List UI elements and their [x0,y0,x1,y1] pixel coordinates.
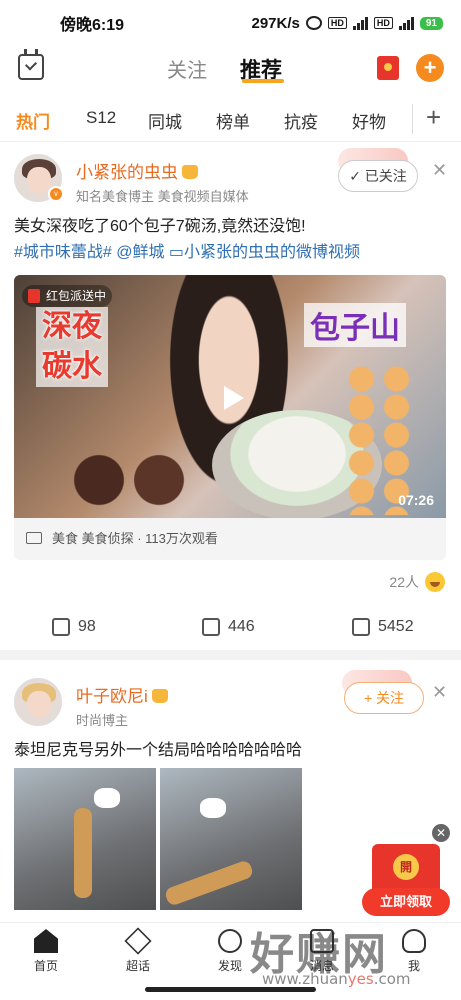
video-food [54,445,204,515]
comment-button[interactable]: 446 [202,618,255,636]
float-red-packet[interactable]: 開 [372,844,440,894]
home-indicator [145,987,316,992]
comment-icon [202,618,220,636]
video-overlay-right: 包子山 [304,303,406,347]
post1-username[interactable]: 小紧张的虫虫 [76,158,198,183]
red-packet-icon[interactable] [377,56,399,80]
play-icon[interactable] [214,380,250,416]
search-icon [218,929,242,953]
post1-likes-row[interactable]: 22人 [389,572,445,592]
post2-subtitle: 时尚博主 [76,713,129,728]
status-bar: 傍晚6:19 297K/s HD HD 91 [0,0,461,46]
post1-followed-button[interactable]: ✓ 已关注 [338,160,418,192]
post2-follow-button[interactable]: + 关注 [344,682,424,714]
status-time: 傍晚6:19 [60,17,125,34]
post1-text: 美女深夜吃了60个包子7碗汤,竟然还没饱! [14,218,306,235]
verified-badge-icon: v [48,186,64,202]
top-header: 关注 推荐 + [0,46,461,92]
category-add-icon[interactable]: + [426,102,441,133]
category-ranking[interactable]: 榜单 [216,108,250,133]
post2-text: 泰坦尼克号另外一个结局哈哈哈哈哈哈哈 [14,742,303,759]
post2-image-2[interactable] [160,768,302,910]
claim-now-button[interactable]: 立即领取 [362,888,450,916]
watermark-url: www.zhuanyes.com [262,970,411,988]
signal-icon-2 [398,16,414,30]
avatar[interactable] [14,678,62,726]
post1-subtitle: 知名美食博主 美食视频自媒体 [76,189,249,204]
battery-icon: 91 [419,16,443,30]
category-s12[interactable]: S12 [86,108,116,128]
nav-me[interactable]: 我 [384,929,444,974]
thumbs-up-icon [352,618,370,636]
nav-super-topic[interactable]: 超话 [108,927,168,974]
hd-icon: HD [327,17,347,29]
category-anti-epidemic[interactable]: 抗疫 [284,108,318,133]
category-tabs: 热门 S12 同城 榜单 抗疫 好物 + [0,96,461,142]
network-speed: 297K/s [251,14,300,32]
crown-icon [151,689,168,703]
category-divider [412,104,413,134]
laugh-emoji-icon [425,572,445,592]
category-goods[interactable]: 好物 [352,108,386,133]
profile-icon [402,929,426,953]
open-coin-icon: 開 [393,854,419,880]
video-overlay-left: 深夜 碳水 [36,307,108,387]
nav-home[interactable]: 首页 [16,929,76,974]
compose-plus-button[interactable]: + [416,54,444,82]
video-icon [26,532,42,544]
post2-close-icon[interactable]: ✕ [432,682,447,703]
checkin-calendar-icon[interactable] [18,49,44,80]
post2-image-1[interactable] [14,768,156,910]
redpack-tag[interactable]: 红包派送中 [22,285,113,307]
home-icon [34,929,58,953]
video-duration: 07:26 [398,492,434,508]
like-button[interactable]: 5452 [352,618,414,636]
active-tab-indicator [242,79,284,83]
tab-follow[interactable]: 关注 [167,54,207,83]
post1-video[interactable]: 深夜 碳水 包子山 红包派送中 07:26 [14,275,446,518]
post1-close-icon[interactable]: ✕ [432,160,447,181]
float-close-icon[interactable]: ✕ [432,824,450,842]
status-right: 297K/s HD HD 91 [251,14,443,32]
crown-icon [182,165,198,179]
post-separator [0,650,461,660]
signal-icon [352,16,368,30]
repost-button[interactable]: 98 [52,618,96,636]
category-local[interactable]: 同城 [148,108,182,133]
repost-icon [52,618,70,636]
likes-count: 22人 [389,574,419,590]
alarm-icon [305,16,322,30]
hd-icon-2: HD [373,17,393,29]
post1-topic-line[interactable]: #城市味蕾战# @鲜城 ▭小紧张的虫虫的微博视频 [14,240,446,266]
category-hot[interactable]: 热门 [16,108,50,133]
video-meta[interactable]: 美食 美食侦探 · 113万次观看 [14,518,446,560]
post1-action-bar: 98 446 5452 [0,608,461,650]
diamond-icon [124,927,152,955]
post2-username[interactable]: 叶子欧尼i [76,682,168,707]
